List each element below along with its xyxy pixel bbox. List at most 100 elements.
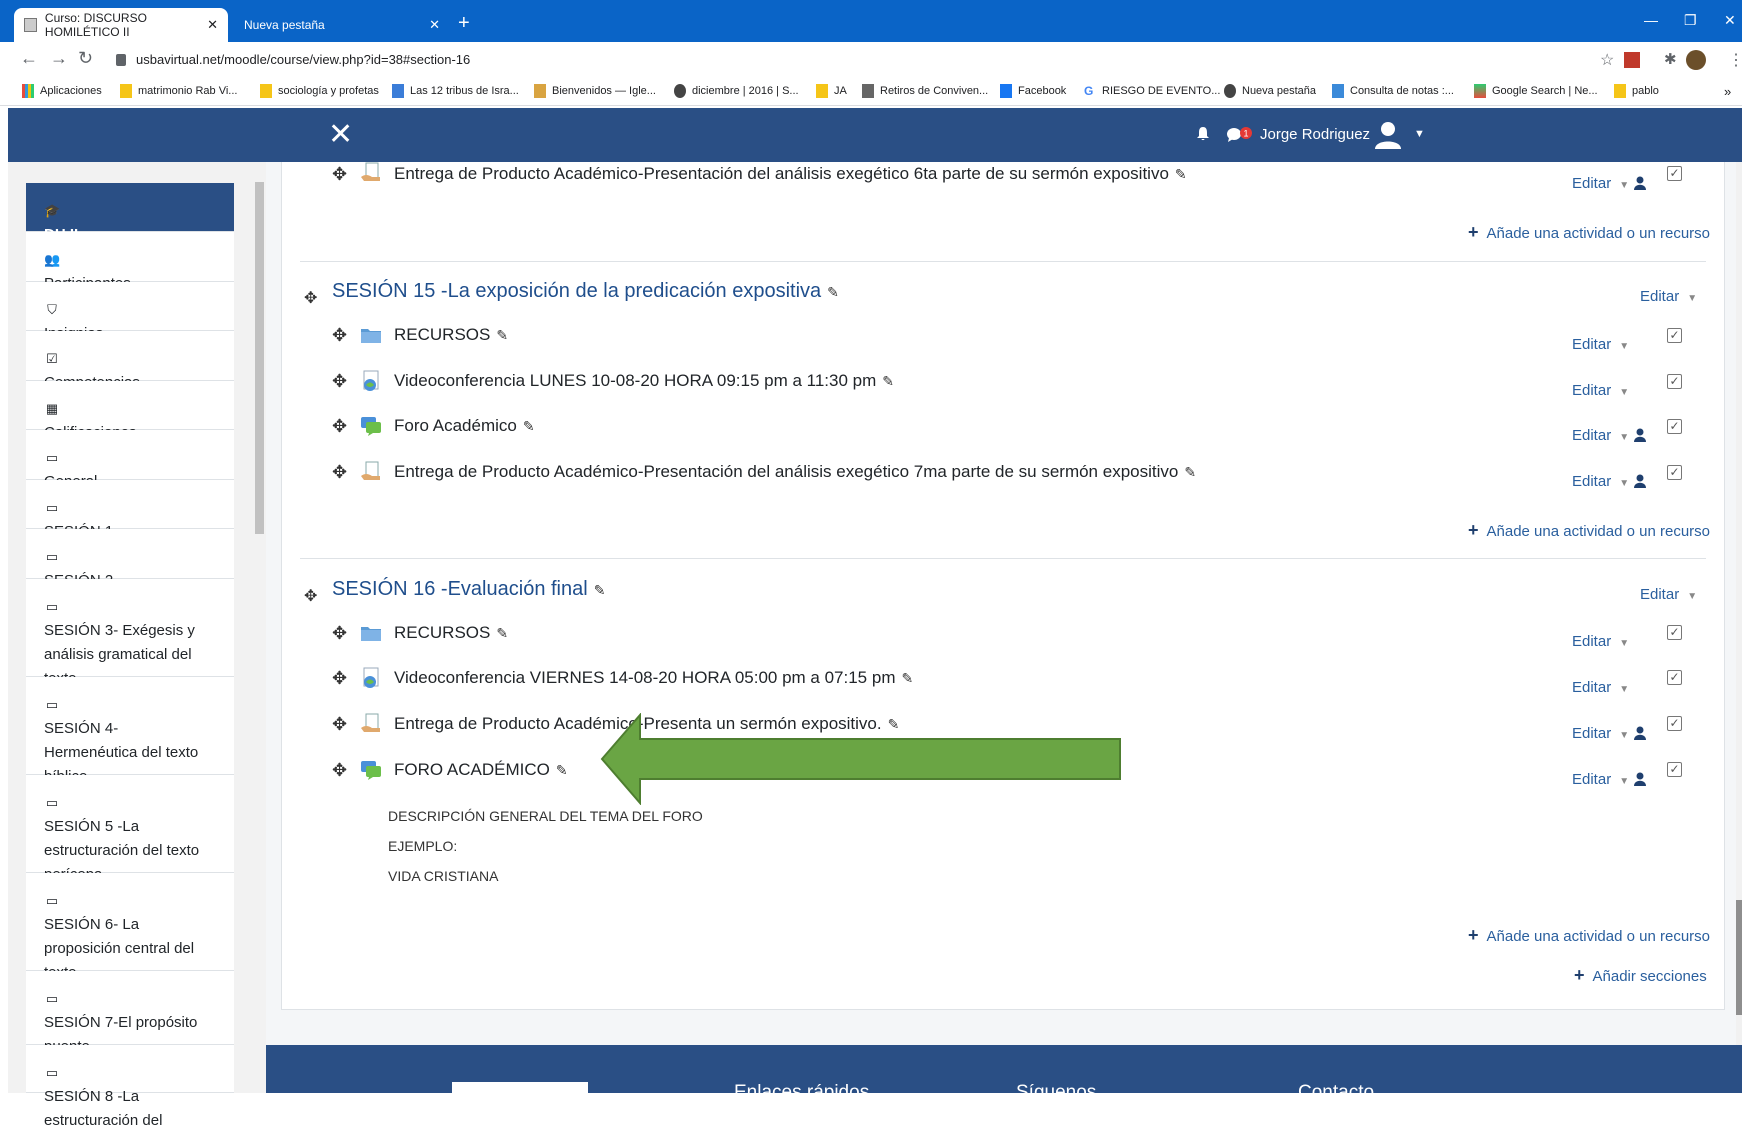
chevron-down-icon[interactable]: ▼ — [1414, 128, 1425, 140]
bookmark-item[interactable]: sociología y profetas — [260, 84, 379, 98]
restore-icon[interactable]: ❐ — [1684, 12, 1697, 29]
new-tab-button[interactable]: + — [458, 12, 470, 35]
close-icon[interactable]: ✕ — [207, 17, 218, 33]
move-icon[interactable]: ✥ — [332, 326, 347, 344]
edit-menu[interactable]: Editar ▼ — [1572, 473, 1629, 490]
bookmarks-more[interactable]: » — [1724, 84, 1731, 99]
pencil-icon[interactable]: ✎ — [882, 373, 894, 390]
edit-menu[interactable]: Editar ▼ — [1572, 175, 1629, 192]
add-activity-button[interactable]: + Añade una actividad o un recurso — [1468, 222, 1710, 243]
edit-menu[interactable]: Editar ▼ — [1572, 679, 1629, 696]
section-edit-menu[interactable]: Editar ▼ — [1640, 586, 1697, 603]
pencil-icon[interactable]: ✎ — [496, 625, 508, 642]
bookmark-item[interactable]: G RIESGO DE EVENTO... — [1084, 84, 1220, 98]
drawer-item-general[interactable]: ▭General — [26, 430, 234, 490]
pencil-icon[interactable]: ✎ — [827, 284, 839, 301]
puzzle-icon[interactable]: ✱ — [1664, 50, 1677, 68]
drawer-item-competencias[interactable]: ☑Competencias — [26, 331, 234, 391]
move-icon[interactable]: ✥ — [332, 372, 347, 390]
pencil-icon[interactable]: ✎ — [556, 762, 568, 779]
edit-menu[interactable]: Editar ▼ — [1572, 633, 1629, 650]
reload-icon[interactable]: ↻ — [78, 48, 93, 69]
drawer-item-course[interactable]: 🎓DH II — [26, 183, 234, 243]
edit-menu[interactable]: Editar ▼ — [1572, 427, 1629, 444]
pencil-icon[interactable]: ✎ — [496, 327, 508, 344]
pencil-icon[interactable]: ✎ — [594, 582, 606, 599]
user-restriction-icon[interactable] — [1634, 772, 1646, 786]
drawer-item-sesion-5[interactable]: ▭SESIÓN 5 -La estructuración del texto p… — [26, 775, 234, 883]
window-close-icon[interactable]: ✕ — [1724, 12, 1736, 29]
back-icon[interactable]: ← — [20, 48, 38, 69]
add-activity-button[interactable]: + Añade una actividad o un recurso — [1468, 925, 1710, 946]
url-input[interactable]: usbavirtual.net/moodle/course/view.php?i… — [108, 48, 1588, 72]
move-icon[interactable]: ✥ — [332, 624, 347, 642]
pencil-icon[interactable]: ✎ — [901, 670, 913, 687]
move-icon[interactable]: ✥ — [332, 669, 347, 687]
pencil-icon[interactable]: ✎ — [1175, 166, 1187, 183]
activity-link[interactable]: FORO ACADÉMICO ✎ — [394, 760, 568, 780]
bell-icon[interactable] — [1196, 126, 1210, 142]
star-icon[interactable]: ☆ — [1600, 50, 1614, 70]
completion-checkbox[interactable]: ✓ — [1667, 328, 1682, 343]
tab-active[interactable]: Curso: DISCURSO HOMILÉTICO II ✕ — [14, 8, 228, 42]
drawer-item-sesion-3[interactable]: ▭SESIÓN 3- Exégesis y análisis gramatica… — [26, 579, 234, 687]
move-icon[interactable]: ✥ — [332, 165, 347, 183]
user-restriction-icon[interactable] — [1634, 176, 1646, 190]
edit-menu[interactable]: Editar ▼ — [1572, 382, 1629, 399]
bookmark-item[interactable]: pablo — [1614, 84, 1659, 98]
completion-checkbox[interactable]: ✓ — [1667, 716, 1682, 731]
user-restriction-icon[interactable] — [1634, 474, 1646, 488]
move-icon[interactable]: ✥ — [332, 463, 347, 481]
activity-link[interactable]: Entrega de Producto Académico-Presentaci… — [394, 164, 1187, 184]
activity-link[interactable]: RECURSOS ✎ — [394, 623, 508, 643]
section-16-title[interactable]: SESIÓN 16 -Evaluación final ✎ — [332, 578, 605, 601]
profile-avatar-icon[interactable] — [1686, 50, 1706, 70]
menu-kebab-icon[interactable]: ⋮ — [1728, 50, 1742, 70]
drawer-item-participantes[interactable]: 👥Participantes — [26, 232, 234, 292]
activity-link[interactable]: Videoconferencia VIERNES 14-08-20 HORA 0… — [394, 668, 913, 688]
pdf-extension-icon[interactable] — [1624, 52, 1640, 68]
bookmark-item[interactable]: matrimonio Rab Vi... — [120, 84, 237, 98]
drawer-item-sesion-7[interactable]: ▭SESIÓN 7-El propósito puente — [26, 971, 234, 1055]
bookmark-item[interactable]: Bienvenidos — Igle... — [534, 84, 656, 98]
edit-menu[interactable]: Editar ▼ — [1572, 771, 1629, 788]
drawer-item-sesion-1[interactable]: ▭SESIÓN 1 — [26, 480, 234, 540]
move-icon[interactable]: ✥ — [332, 417, 347, 435]
bookmark-item[interactable]: Consulta de notas :... — [1332, 84, 1454, 98]
bookmark-item[interactable]: diciembre | 2016 | S... — [674, 84, 799, 98]
user-avatar-icon[interactable] — [1372, 119, 1404, 151]
section-15-title[interactable]: SESIÓN 15 -La exposición de la predicaci… — [332, 280, 839, 303]
activity-link[interactable]: Foro Académico ✎ — [394, 416, 535, 436]
bookmark-apps[interactable]: Aplicaciones — [22, 84, 102, 98]
bookmark-item[interactable]: JA — [816, 84, 847, 98]
section-edit-menu[interactable]: Editar ▼ — [1640, 288, 1697, 305]
add-activity-button[interactable]: + Añade una actividad o un recurso — [1468, 520, 1710, 541]
edit-menu[interactable]: Editar ▼ — [1572, 725, 1629, 742]
tab-new[interactable]: Nueva pestaña ✕ — [234, 8, 450, 42]
edit-menu[interactable]: Editar ▼ — [1572, 336, 1629, 353]
drawer-scrollbar-thumb[interactable] — [255, 182, 264, 534]
bookmark-item[interactable]: Nueva pestaña — [1224, 84, 1316, 98]
messages-icon[interactable]: 1 — [1226, 126, 1254, 144]
user-restriction-icon[interactable] — [1634, 428, 1646, 442]
user-name[interactable]: Jorge Rodriguez — [1260, 126, 1370, 143]
drawer-item-sesion-4[interactable]: ▭SESIÓN 4- Hermenéutica del texto bíblic… — [26, 677, 234, 785]
drawer-item-calificaciones[interactable]: ▦Calificaciones — [26, 381, 234, 441]
page-scrollbar-thumb[interactable] — [1736, 900, 1742, 1015]
add-sections-button[interactable]: + Añadir secciones — [1574, 965, 1707, 986]
user-restriction-icon[interactable] — [1634, 726, 1646, 740]
completion-checkbox[interactable]: ✓ — [1667, 419, 1682, 434]
bookmark-item[interactable]: Las 12 tribus de Isra... — [392, 84, 519, 98]
move-icon[interactable]: ✥ — [304, 588, 317, 606]
drawer-item-sesion-8[interactable]: ▭SESIÓN 8 -La estructuración del — [26, 1045, 234, 1129]
bookmark-item[interactable]: Facebook — [1000, 84, 1066, 98]
drawer-close-button[interactable]: ✕ — [328, 120, 353, 150]
completion-checkbox[interactable]: ✓ — [1667, 374, 1682, 389]
drawer-item-sesion-2[interactable]: ▭SESIÓN 2 — [26, 529, 234, 589]
drawer-item-sesion-6[interactable]: ▭SESIÓN 6- La proposición central del te… — [26, 873, 234, 981]
completion-checkbox[interactable]: ✓ — [1667, 465, 1682, 480]
completion-checkbox[interactable]: ✓ — [1667, 625, 1682, 640]
completion-checkbox[interactable]: ✓ — [1667, 670, 1682, 685]
bookmark-item[interactable]: Retiros de Conviven... — [862, 84, 988, 98]
pencil-icon[interactable]: ✎ — [1184, 464, 1196, 481]
